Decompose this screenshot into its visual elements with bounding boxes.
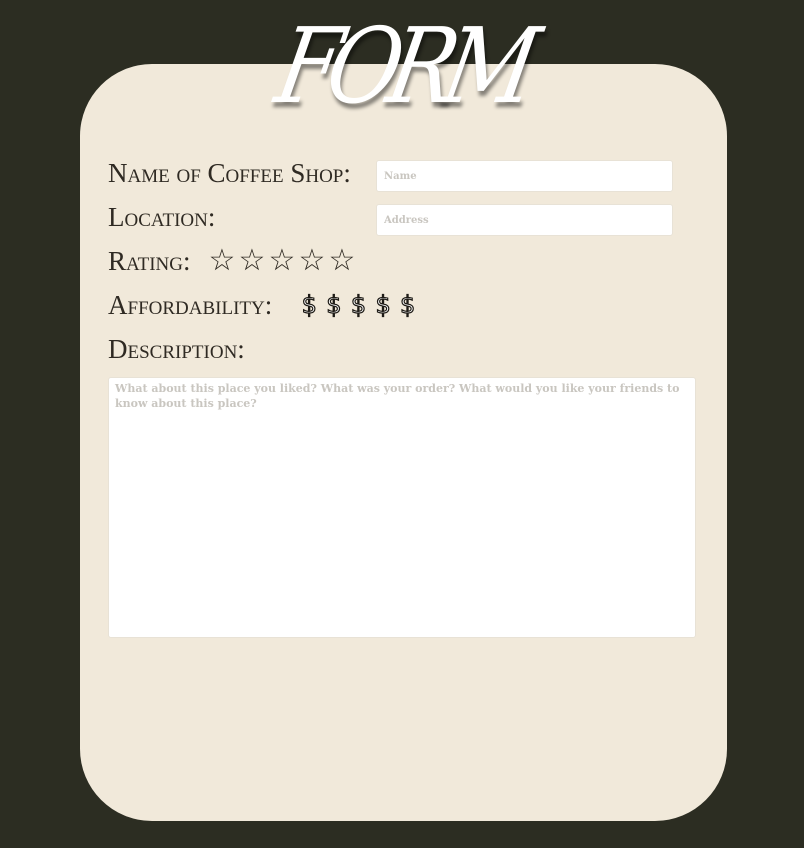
location-input[interactable] xyxy=(376,204,673,236)
form-title: FORM xyxy=(267,5,537,127)
star-icon[interactable]: ☆ xyxy=(207,243,237,279)
star-icon[interactable]: ☆ xyxy=(237,243,267,279)
description-label: Description: xyxy=(108,334,245,364)
dollar-icon[interactable]: $ xyxy=(395,290,420,320)
rating-label: Rating: xyxy=(108,246,191,276)
location-label: Location: xyxy=(108,202,216,232)
coffee-shop-name-label: Name of Coffee Shop: xyxy=(108,158,351,188)
rating-stars: ☆ ☆ ☆ ☆ ☆ xyxy=(207,243,357,279)
dollar-icon[interactable]: $ xyxy=(371,290,396,320)
dollar-icon[interactable]: $ xyxy=(346,290,371,320)
affordability-label: Affordability: xyxy=(108,290,273,320)
dollar-icon[interactable]: $ xyxy=(322,290,347,320)
star-icon[interactable]: ☆ xyxy=(267,243,297,279)
coffee-shop-name-input[interactable] xyxy=(376,160,673,192)
dollar-icon[interactable]: $ xyxy=(297,290,322,320)
star-icon[interactable]: ☆ xyxy=(327,243,357,279)
description-textarea[interactable] xyxy=(108,377,696,638)
star-icon[interactable]: ☆ xyxy=(297,243,327,279)
affordability-dollars: $ $ $ $ $ xyxy=(297,290,420,320)
